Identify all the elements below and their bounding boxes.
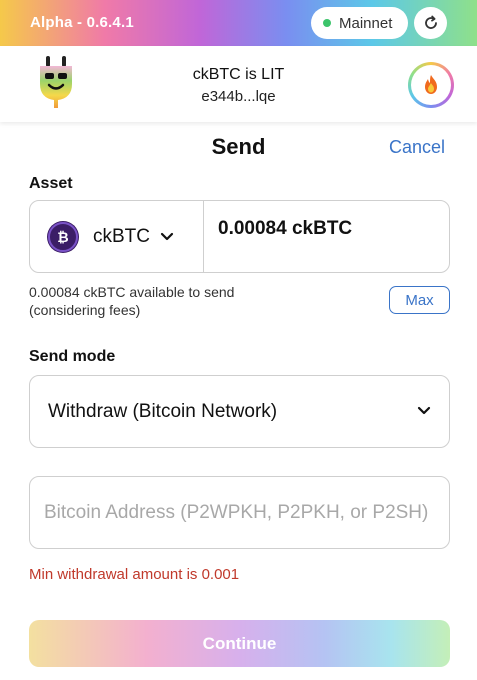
available-balance-note: (considering fees): [29, 302, 141, 318]
refresh-icon: [424, 15, 437, 29]
network-status-dot: [323, 19, 331, 27]
account-avatar[interactable]: [408, 62, 454, 108]
svg-text:₿: ₿: [57, 229, 68, 245]
network-label: Mainnet: [339, 14, 393, 32]
fire-emoji-icon: [425, 75, 437, 94]
send-mode-select[interactable]: Withdraw (Bitcoin Network): [29, 375, 450, 448]
top-bar: Alpha - 0.6.4.1 Mainnet: [0, 0, 477, 46]
bitcoin-icon: ₿: [47, 220, 79, 253]
error-message: Min withdrawal amount is 0.001: [29, 566, 240, 583]
version-label: Alpha - 0.6.4.1: [30, 14, 134, 31]
chevron-down-icon: [160, 232, 174, 240]
asset-amount-field: ₿ ckBTC 0.00084 ckBTC: [29, 200, 450, 273]
network-selector[interactable]: Mainnet: [311, 7, 408, 39]
available-balance-text: 0.00084 ckBTC available to send: [29, 284, 235, 300]
continue-button[interactable]: Continue: [29, 620, 450, 667]
account-name: ckBTC is LIT: [192, 66, 285, 83]
account-id[interactable]: e344b...lqe: [0, 88, 477, 105]
amount-input[interactable]: 0.00084 ckBTC: [204, 201, 352, 272]
asset-name: ckBTC: [93, 225, 150, 247]
bitcoin-address-input[interactable]: [29, 476, 450, 549]
account-header: ckBTC is LIT e344b...lqe: [0, 46, 477, 122]
refresh-button[interactable]: [414, 7, 447, 39]
asset-label: Asset: [29, 175, 73, 192]
available-balance: 0.00084 ckBTC available to send (conside…: [29, 283, 234, 319]
cancel-button[interactable]: Cancel: [389, 137, 445, 158]
send-mode-label: Send mode: [29, 348, 116, 365]
max-button[interactable]: Max: [389, 286, 450, 314]
asset-selector[interactable]: ₿ ckBTC: [30, 201, 204, 272]
chevron-down-icon: [417, 406, 431, 415]
send-mode-value: Withdraw (Bitcoin Network): [48, 400, 278, 422]
